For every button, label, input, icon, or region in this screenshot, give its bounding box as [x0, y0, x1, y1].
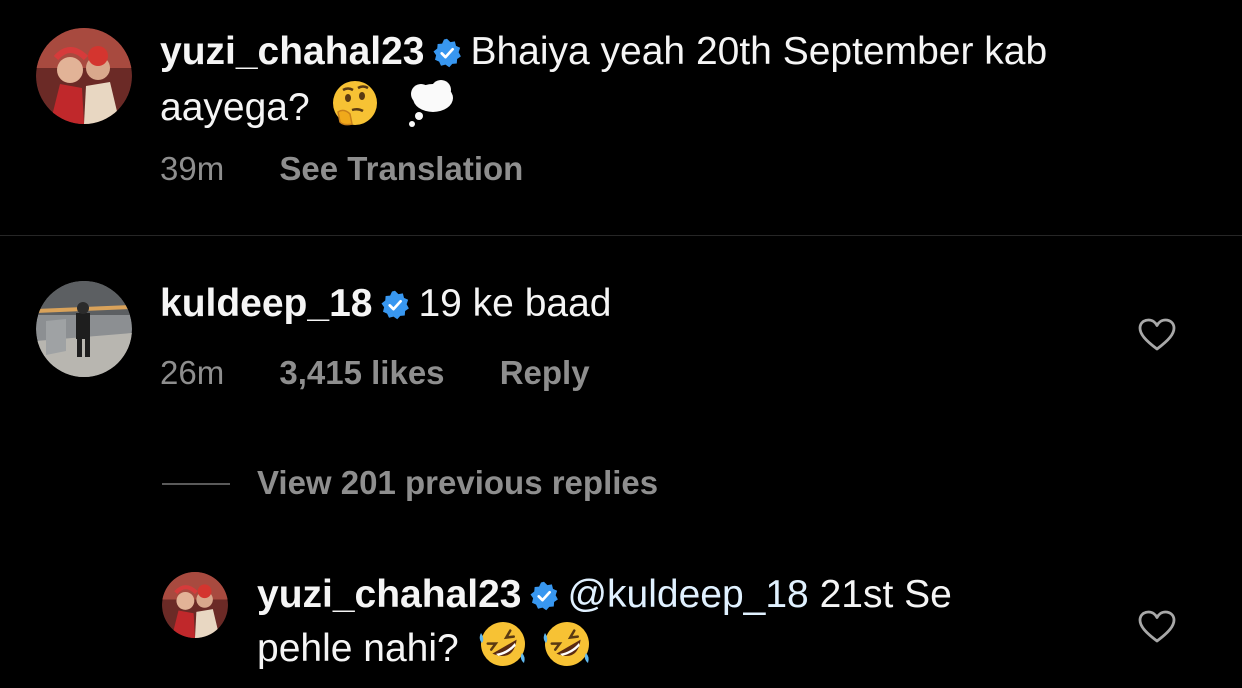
divider: [0, 235, 1242, 236]
avatar-yuzi-reply[interactable]: [162, 572, 228, 638]
comment-2-time: 26m: [160, 354, 225, 391]
reply-like-heart-icon[interactable]: [1138, 610, 1176, 644]
verified-badge-icon: [380, 284, 410, 332]
view-previous-replies-link[interactable]: View 201 previous replies: [257, 464, 658, 502]
comment-1-username[interactable]: yuzi_chahal23: [160, 30, 424, 73]
avatar-image: [36, 281, 132, 377]
rolling-on-floor-laughing-icon: [542, 619, 592, 681]
avatar-kuldeep[interactable]: [36, 281, 132, 377]
reply-body-line2: pehle nahi?: [257, 627, 459, 670]
comment-1-time: 39m: [160, 150, 225, 187]
verified-badge-icon: [432, 32, 462, 80]
reply-text: yuzi_chahal23 @kuldeep_18 21st Se: [257, 571, 952, 623]
comment-2-text: kuldeep_18 19 ke baad: [160, 280, 611, 332]
comment-1-meta: 39m See Translation: [160, 150, 523, 188]
reply-button[interactable]: Reply: [500, 354, 590, 391]
like-heart-icon[interactable]: [1138, 318, 1176, 352]
avatar-yuzi[interactable]: [36, 28, 132, 124]
verified-badge-icon: [529, 575, 559, 623]
comment-2-body: 19 ke baad: [418, 282, 612, 325]
avatar-image: [36, 28, 132, 124]
thought-balloon-icon: [405, 78, 457, 140]
comment-2-meta: 26m 3,415 likes Reply: [160, 354, 590, 392]
reply-mention[interactable]: @kuldeep_18: [567, 573, 808, 616]
comment-1-body-line1: Bhaiya yeah 20th September kab: [470, 30, 1048, 73]
reply-username[interactable]: yuzi_chahal23: [257, 573, 521, 616]
comment-1-text: yuzi_chahal23 Bhaiya yeah 20th September …: [160, 28, 1047, 80]
rolling-on-floor-laughing-icon: [478, 619, 528, 681]
thinking-face-icon: [330, 78, 380, 140]
see-translation-link[interactable]: See Translation: [279, 150, 523, 187]
comment-1-body-line2: aayega?: [160, 86, 310, 129]
likes-count[interactable]: 3,415 likes: [279, 354, 444, 391]
reply-body-line1: 21st Se: [819, 573, 952, 616]
view-replies-line: [162, 483, 230, 485]
comment-2-username[interactable]: kuldeep_18: [160, 282, 372, 325]
view-replies-label: View 201 previous replies: [257, 464, 659, 501]
comment-1-text-line2: aayega?: [160, 78, 457, 140]
avatar-image: [162, 572, 228, 638]
reply-text-line2: pehle nahi?: [257, 619, 592, 681]
